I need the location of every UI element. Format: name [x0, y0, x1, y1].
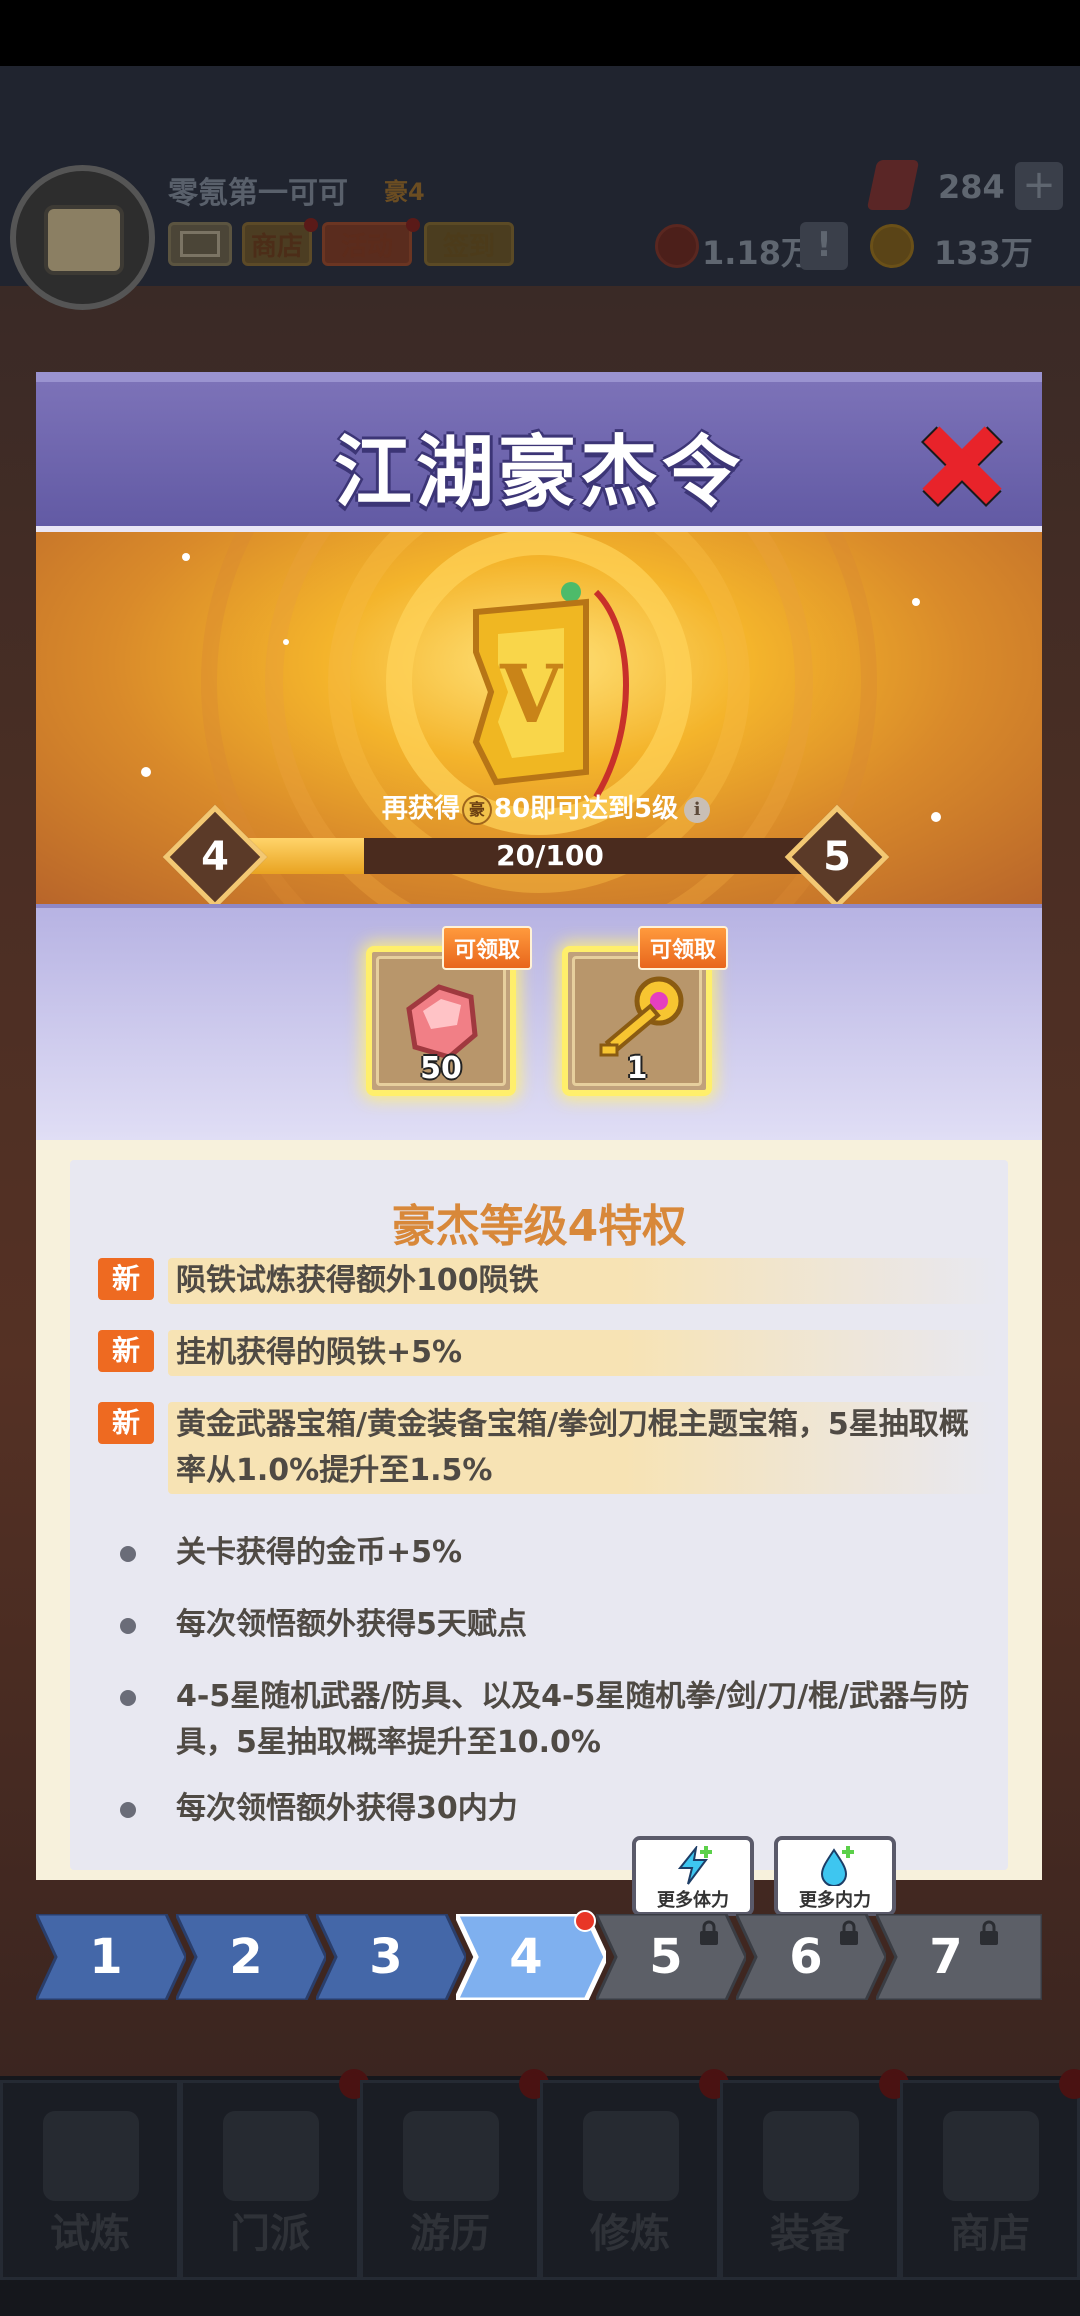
claimable-tag: 可领取 — [441, 926, 532, 970]
level-message: 再获得豪 80即可达到5级 i — [166, 788, 926, 825]
close-button[interactable] — [914, 418, 1010, 514]
privilege-panel: 豪杰等级4特权 新 陨铁试炼获得额外100陨铁 新 挂机获得的陨铁+5% 新 黄… — [36, 1140, 1042, 1880]
privilege-text: 关卡获得的金币+5% — [176, 1535, 463, 1570]
hero-token-icon: V — [472, 582, 629, 799]
tab-number: 3 — [369, 1929, 403, 1985]
nav-label: 游历 — [410, 2211, 490, 2257]
claimable-tag: 可领取 — [637, 926, 728, 970]
reward-golden-key[interactable]: 1 可领取 — [562, 926, 728, 1096]
more-stamina-button[interactable]: 更多体力 — [632, 1836, 754, 1916]
water-drop-icon — [820, 1846, 854, 1886]
privilege-text: 陨铁试炼获得额外100陨铁 — [168, 1258, 998, 1304]
notification-dot — [406, 218, 420, 232]
lock-icon — [980, 1920, 998, 1945]
lock-icon — [840, 1920, 858, 1945]
coin-icon — [870, 224, 914, 268]
notification-dot — [1059, 2069, 1080, 2099]
new-badge: 新 — [98, 1330, 154, 1372]
svg-text:V: V — [499, 647, 564, 741]
hero-pass-modal: 江湖豪杰令 V 再获得 豪 80即可达到5级 i 20/100 4 5 50 可… — [36, 372, 1042, 2030]
privilege-list: 豪杰等级4特权 新 陨铁试炼获得额外100陨铁 新 挂机获得的陨铁+5% 新 黄… — [70, 1160, 1008, 1870]
info-icon[interactable]: i — [684, 796, 711, 823]
chest-avatar-icon — [44, 205, 124, 275]
nav-equipment[interactable]: 装备 — [720, 2069, 909, 2280]
modal-header: 江湖豪杰令 — [36, 372, 1042, 532]
temple-icon — [223, 2111, 319, 2201]
scroll-icon — [583, 2111, 679, 2201]
reward-area: 50 可领取 1 可领取 — [36, 904, 1042, 1140]
add-gems-button[interactable]: + — [1015, 162, 1063, 210]
status-bar — [0, 0, 1080, 66]
hero-coin-icon: 豪 — [461, 794, 492, 825]
top-hud — [0, 66, 1080, 286]
nav-label: 修炼 — [590, 2211, 670, 2257]
nav-label: 商店 — [950, 2211, 1030, 2257]
new-badge: 新 — [98, 1402, 154, 1444]
nav-label: 试炼 — [50, 2211, 130, 2257]
nav-sect[interactable]: 门派 — [180, 2069, 369, 2280]
boost-label: 更多内力 — [799, 1890, 871, 1911]
more-inner-power-button[interactable]: 更多内力 — [774, 1836, 896, 1916]
level-progress: 再获得豪 80即可达到5级 i 20/100 4 5 — [162, 782, 926, 904]
sign-in-button[interactable]: 签到 — [424, 222, 514, 266]
shop-mini-button[interactable]: 商店 — [242, 222, 312, 266]
tab-number: 1 — [89, 1929, 123, 1985]
gem-count: 284 — [938, 168, 1005, 206]
activity-button[interactable]: 活动 — [322, 222, 412, 266]
level-banner: V 再获得豪 80即可达到5级 i 20/100 4 5 — [36, 532, 1042, 904]
boost-label: 更多体力 — [657, 1890, 729, 1911]
nav-shop[interactable]: 商店 — [900, 2069, 1080, 2280]
mail-button[interactable] — [168, 222, 232, 266]
bullet-icon — [120, 1546, 136, 1562]
privilege-title: 豪杰等级4特权 — [391, 1201, 687, 1252]
power-alert-button[interactable]: ! — [800, 222, 848, 270]
nav-cultivate[interactable]: 修炼 — [540, 2069, 729, 2280]
house-icon — [943, 2111, 1039, 2201]
notification-dot — [574, 1910, 596, 1932]
nav-trial[interactable]: 试炼 — [0, 2080, 180, 2280]
privilege-text: 挂机获得的陨铁+5% — [168, 1330, 998, 1376]
modal-title: 江湖豪杰令 — [333, 428, 744, 518]
envelope-icon — [180, 231, 220, 257]
bullet-icon — [120, 1618, 136, 1634]
reward-meteor-iron[interactable]: 50 可领取 — [366, 926, 532, 1096]
player-name: 零氪第一可可 — [168, 176, 348, 211]
bullet-icon — [120, 1802, 136, 1818]
progress-text: 20/100 — [496, 839, 604, 872]
privilege-text: 黄金武器宝箱/黄金装备宝箱/拳剑刀棍主题宝箱，5星抽取概率从1.0%提升至1.5… — [168, 1402, 998, 1494]
nav-label: 装备 — [770, 2211, 850, 2257]
reward-quantity: 50 — [420, 1051, 462, 1086]
privilege-text: 每次领悟额外获得30内力 — [176, 1791, 518, 1826]
reward-quantity: 1 — [626, 1051, 648, 1086]
close-icon — [920, 426, 1004, 508]
nav-label: 门派 — [230, 2211, 310, 2257]
player-rank: 豪4 — [384, 178, 425, 206]
nav-travel[interactable]: 游历 — [360, 2069, 549, 2280]
level-tabs: 1 2 3 4 5 6 7 — [36, 1910, 1042, 2000]
tab-number: 2 — [229, 1929, 263, 1985]
level-progress-bar: 20/100 — [240, 838, 860, 874]
ninja-icon — [43, 2111, 139, 2201]
sword-icon — [763, 2111, 859, 2201]
privilege-text: 4-5星随机武器/防具、以及4-5星随机拳/剑/刀/棍/武器与防具，5星抽取概率… — [176, 1679, 970, 1760]
bottom-nav: 试炼 门派 游历 修炼 装备 商店 — [0, 2069, 1080, 2316]
privilege-text: 每次领悟额外获得5天赋点 — [176, 1607, 527, 1642]
coin-count: 133万 — [934, 234, 1033, 272]
bullet-icon — [120, 1690, 136, 1706]
mountain-icon — [403, 2111, 499, 2201]
notification-dot — [304, 218, 318, 232]
lightning-icon — [677, 1846, 712, 1885]
power-value: 1.18万 — [702, 234, 813, 272]
new-badge: 新 — [98, 1258, 154, 1300]
avatar[interactable] — [10, 165, 155, 310]
power-icon — [655, 224, 699, 268]
lock-icon — [700, 1920, 718, 1945]
